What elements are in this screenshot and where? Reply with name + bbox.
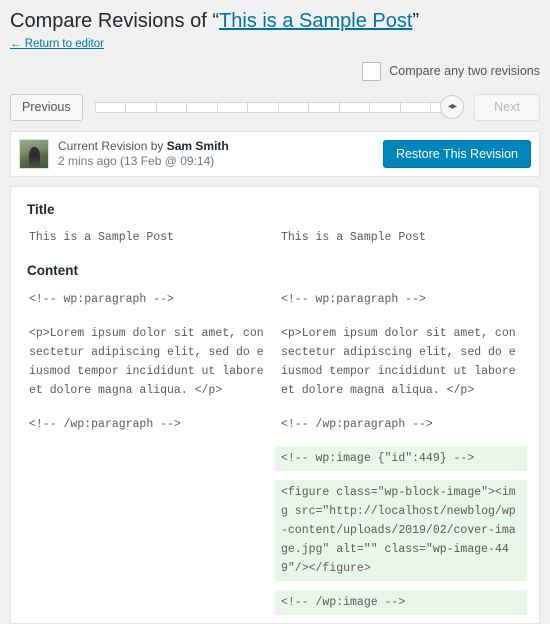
spacer-cell (275, 471, 527, 480)
diff-line-empty (23, 480, 275, 505)
spacer-cell (23, 615, 275, 623)
diff-cell-right: <!-- wp:paragraph --> (275, 287, 527, 312)
spacer-cell (23, 471, 275, 480)
spacer-cell (23, 581, 275, 590)
diff-cell-right: <!-- /wp:image --> (275, 590, 527, 615)
diff-row-spacer (23, 312, 527, 321)
diff-line: <!-- /wp:paragraph --> (29, 418, 181, 431)
quote-open: “ (212, 10, 219, 32)
slider-tick (401, 102, 432, 112)
slider-tick (126, 102, 157, 112)
revision-meta-text: Current Revision by Sam Smith 2 mins ago… (58, 139, 383, 169)
compare-toggle-row: Compare any two revisions (0, 58, 550, 84)
table-row: <!-- /wp:paragraph --> <!-- /wp:paragraph… (23, 412, 527, 437)
diff-line-added: <!-- /wp:image --> (275, 590, 527, 615)
diff-cell-left (23, 590, 275, 615)
diff-line-added: <figure class="wp-block-image"><img src=… (275, 480, 527, 581)
diff-cell-left (23, 480, 275, 581)
diff-line-added: <!-- wp:image {"id":449} --> (275, 446, 527, 471)
restore-this-revision-button[interactable]: Restore This Revision (382, 140, 531, 168)
slider-track[interactable] (94, 101, 462, 113)
revision-author: Sam Smith (166, 139, 229, 153)
slider-tick (218, 102, 249, 112)
slider-tick (96, 102, 127, 112)
diff-row-spacer (23, 403, 527, 412)
content-section-heading: Content (27, 263, 78, 278)
diff-cell-left: <!-- /wp:paragraph --> (23, 412, 275, 437)
diff-cell-left: <p>Lorem ipsum dolor sit amet, consectet… (23, 321, 275, 403)
table-row: <!-- /wp:image --> (23, 590, 527, 615)
spacer-cell (275, 581, 527, 590)
diff-line: <!-- wp:paragraph --> (281, 293, 426, 306)
spacer-cell (275, 437, 527, 446)
title-diff-table: This is a Sample Post This is a Sample P… (23, 226, 527, 249)
table-row: This is a Sample Post This is a Sample P… (23, 226, 527, 249)
diff-line-empty (23, 590, 275, 615)
content-diff-table: <!-- wp:paragraph --> <!-- wp:paragraph -… (23, 287, 527, 623)
revision-slider[interactable]: ◂▸ (94, 94, 464, 121)
revision-meta-bar: Current Revision by Sam Smith 2 mins ago… (10, 131, 540, 177)
diff-cell-right: <!-- /wp:paragraph --> (275, 412, 527, 437)
diff-line-empty (23, 446, 275, 471)
revision-timestamp: 2 mins ago (13 Feb @ 09:14) (58, 154, 215, 168)
slider-tick (279, 102, 310, 112)
title-left-value: This is a Sample Post (29, 231, 174, 244)
next-button[interactable]: Next (474, 93, 540, 121)
title-right-value: This is a Sample Post (281, 231, 426, 244)
revision-byline-prefix: Current Revision by (58, 139, 167, 153)
table-row: <p>Lorem ipsum dolor sit amet, consectet… (23, 321, 527, 403)
compare-checkbox-label: Compare any two revisions (389, 64, 540, 78)
spacer-cell (275, 312, 527, 321)
diff-cell-left: <!-- wp:paragraph --> (23, 287, 275, 312)
spacer-cell (275, 615, 527, 623)
slider-tick (370, 102, 401, 112)
diff-panel: Title This is a Sample Post This is a Sa… (10, 186, 540, 624)
spacer-cell (23, 437, 275, 446)
diff-cell-left (23, 446, 275, 471)
diff-row-spacer (23, 615, 527, 623)
table-row: <!-- wp:paragraph --> <!-- wp:paragraph -… (23, 287, 527, 312)
post-title-link[interactable]: This is a Sample Post (219, 10, 412, 32)
slider-tick (248, 102, 279, 112)
compare-any-two-revisions-checkbox[interactable] (362, 61, 382, 81)
title-diff-left-cell: This is a Sample Post (23, 226, 275, 249)
diff-line: <p>Lorem ipsum dolor sit amet, consectet… (29, 327, 271, 397)
spacer-cell (275, 403, 527, 412)
diff-line: <!-- wp:paragraph --> (29, 293, 174, 306)
slider-tick (187, 102, 218, 112)
previous-button[interactable]: Previous (10, 93, 83, 121)
avatar (19, 139, 49, 169)
diff-row-spacer (23, 581, 527, 590)
revision-slider-row: Previous ◂▸ Next (0, 92, 550, 122)
slider-handle-icon[interactable]: ◂▸ (440, 94, 464, 119)
diff-row-spacer (23, 471, 527, 480)
title-diff-right-cell: This is a Sample Post (275, 226, 527, 249)
diff-cell-right: <figure class="wp-block-image"><img src=… (275, 480, 527, 581)
slider-tick (309, 102, 340, 112)
revision-byline: Current Revision by Sam Smith (58, 139, 383, 154)
spacer-cell (23, 312, 275, 321)
diff-line: <!-- /wp:paragraph --> (281, 418, 433, 431)
table-row: <figure class="wp-block-image"><img src=… (23, 480, 527, 581)
table-row: <!-- wp:image {"id":449} --> (23, 446, 527, 471)
quote-close: ” (412, 10, 420, 32)
page-header: Compare Revisions of “This is a Sample P… (0, 0, 550, 52)
slider-tick (157, 102, 188, 112)
return-to-editor-link[interactable]: ← Return to editor (10, 37, 104, 51)
page-title-prefix: Compare Revisions of (10, 10, 213, 32)
diff-cell-right: <p>Lorem ipsum dolor sit amet, consectet… (275, 321, 527, 403)
page-title: Compare Revisions of “This is a Sample P… (10, 8, 540, 34)
slider-tick (340, 102, 371, 112)
diff-cell-right: <!-- wp:image {"id":449} --> (275, 446, 527, 471)
diff-line: <p>Lorem ipsum dolor sit amet, consectet… (281, 327, 523, 397)
diff-row-spacer (23, 437, 527, 446)
spacer-cell (23, 403, 275, 412)
title-section-heading: Title (27, 202, 55, 217)
